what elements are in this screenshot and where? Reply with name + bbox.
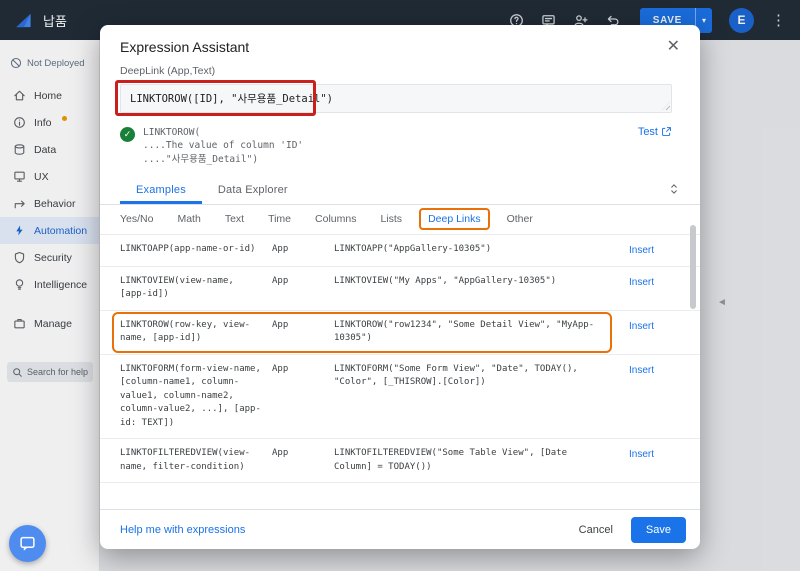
validation-row: ✓ LINKTOROW( ....The value of column 'ID'… (120, 126, 672, 166)
example-row: LINKTOFORM(form-view-name, [column-name1… (100, 355, 700, 440)
validation-line: ...."사무용품_Detail") (143, 153, 259, 165)
expression-assistant-dialog: Expression Assistant ✕ DeepLink (App,Tex… (100, 25, 700, 549)
category-tab-lists[interactable]: Lists (380, 213, 402, 225)
expression-type: App (272, 319, 289, 330)
expression-type: App (272, 243, 289, 254)
example-row: LINKTOVIEW(view-name, [app-id]) App LINKTO… (100, 267, 700, 311)
insert-link[interactable]: Insert (620, 275, 654, 290)
expression-example: LINKTOROW("row1234", "Some Detail View",… (334, 319, 595, 344)
assistant-tabs: Examples Data Explorer (100, 174, 700, 205)
category-tabs: Yes/No Math Text Time Columns Lists Deep Links… (100, 205, 700, 235)
expression-signature: LINKTOAPP(app-name-or-id) (120, 243, 256, 254)
expression-example: LINKTOAPP("AppGallery-10305") (334, 243, 492, 254)
help-expressions-link[interactable]: Help me with expressions (120, 524, 245, 536)
expression-signature: LINKTOVIEW(view-name, [app-id]) (120, 275, 234, 300)
dialog-header: Expression Assistant ✕ (100, 25, 700, 63)
category-tab-yes-no[interactable]: Yes/No (120, 213, 153, 225)
expression-type: App (272, 448, 289, 459)
dialog-footer: Help me with expressions Cancel Save (100, 509, 700, 549)
tab-data-explorer[interactable]: Data Explorer (202, 174, 304, 204)
expression-field-label: DeepLink (App,Text) (120, 65, 216, 77)
cancel-button[interactable]: Cancel (567, 518, 625, 542)
chat-bubble-icon (20, 536, 35, 551)
examples-table: LINKTOAPP(app-name-or-id) App LINKTOAPP("A… (100, 235, 700, 484)
category-tab-deep-links[interactable]: Deep Links (419, 208, 490, 231)
collapse-panel-chevron-icon[interactable]: ◄ (717, 297, 727, 308)
category-tab-time[interactable]: Time (268, 213, 291, 225)
scrollbar-thumb[interactable] (690, 225, 696, 309)
external-link-icon (662, 127, 671, 136)
dialog-title: Expression Assistant (120, 39, 250, 55)
expression-input[interactable]: LINKTOROW([ID], "사무용품_Detail") (120, 84, 672, 113)
valid-check-icon: ✓ (120, 127, 135, 142)
close-icon[interactable]: ✕ (667, 39, 680, 55)
category-tab-columns[interactable]: Columns (315, 213, 356, 225)
expression-type: App (272, 363, 289, 374)
dialog-save-button[interactable]: Save (630, 516, 686, 543)
expression-signature: LINKTOFILTEREDVIEW(view-name, filter-con… (120, 448, 251, 472)
expression-signature: LINKTOROW(row-key, view-name, [app-id]) (120, 319, 251, 344)
validation-message: LINKTOROW( ....The value of column 'ID'..… (143, 126, 303, 166)
expression-signature: LINKTOFORM(form-view-name, [column-name1… (120, 363, 261, 428)
test-link-label: Test (637, 126, 658, 138)
insert-link[interactable]: Insert (620, 243, 654, 258)
expression-example: LINKTOFILTEREDVIEW("Some Table View", [D… (334, 448, 567, 472)
expression-example: LINKTOVIEW("My Apps", "AppGallery-10305"… (334, 275, 557, 286)
expression-field-section: DeepLink (App,Text) LINKTOROW([ID], "사무용… (100, 63, 700, 166)
tab-examples[interactable]: Examples (120, 174, 202, 204)
category-tab-text[interactable]: Text (225, 213, 244, 225)
insert-link[interactable]: Insert (620, 447, 654, 462)
chat-fab-button[interactable] (9, 525, 46, 562)
expression-type: App (272, 275, 289, 286)
validation-line: LINKTOROW( (143, 127, 201, 138)
example-row: LINKTOFILTEREDVIEW(view-name, filter-con… (100, 439, 700, 484)
category-tab-math[interactable]: Math (177, 213, 200, 225)
example-row: LINKTOROW(row-key, view-name, [app-id]) A… (100, 311, 700, 355)
insert-link[interactable]: Insert (620, 319, 654, 334)
test-link[interactable]: Test (638, 126, 672, 166)
insert-link[interactable]: Insert (620, 363, 654, 378)
example-row: LINKTOAPP(app-name-or-id) App LINKTOAPP("A… (100, 235, 700, 267)
validation-line: ....The value of column 'ID' (143, 140, 304, 152)
category-tab-other[interactable]: Other (507, 213, 533, 225)
collapse-assistant-icon[interactable] (668, 183, 680, 195)
expression-example: LINKTOFORM("Some Form View", "Date", TOD… (334, 363, 578, 388)
